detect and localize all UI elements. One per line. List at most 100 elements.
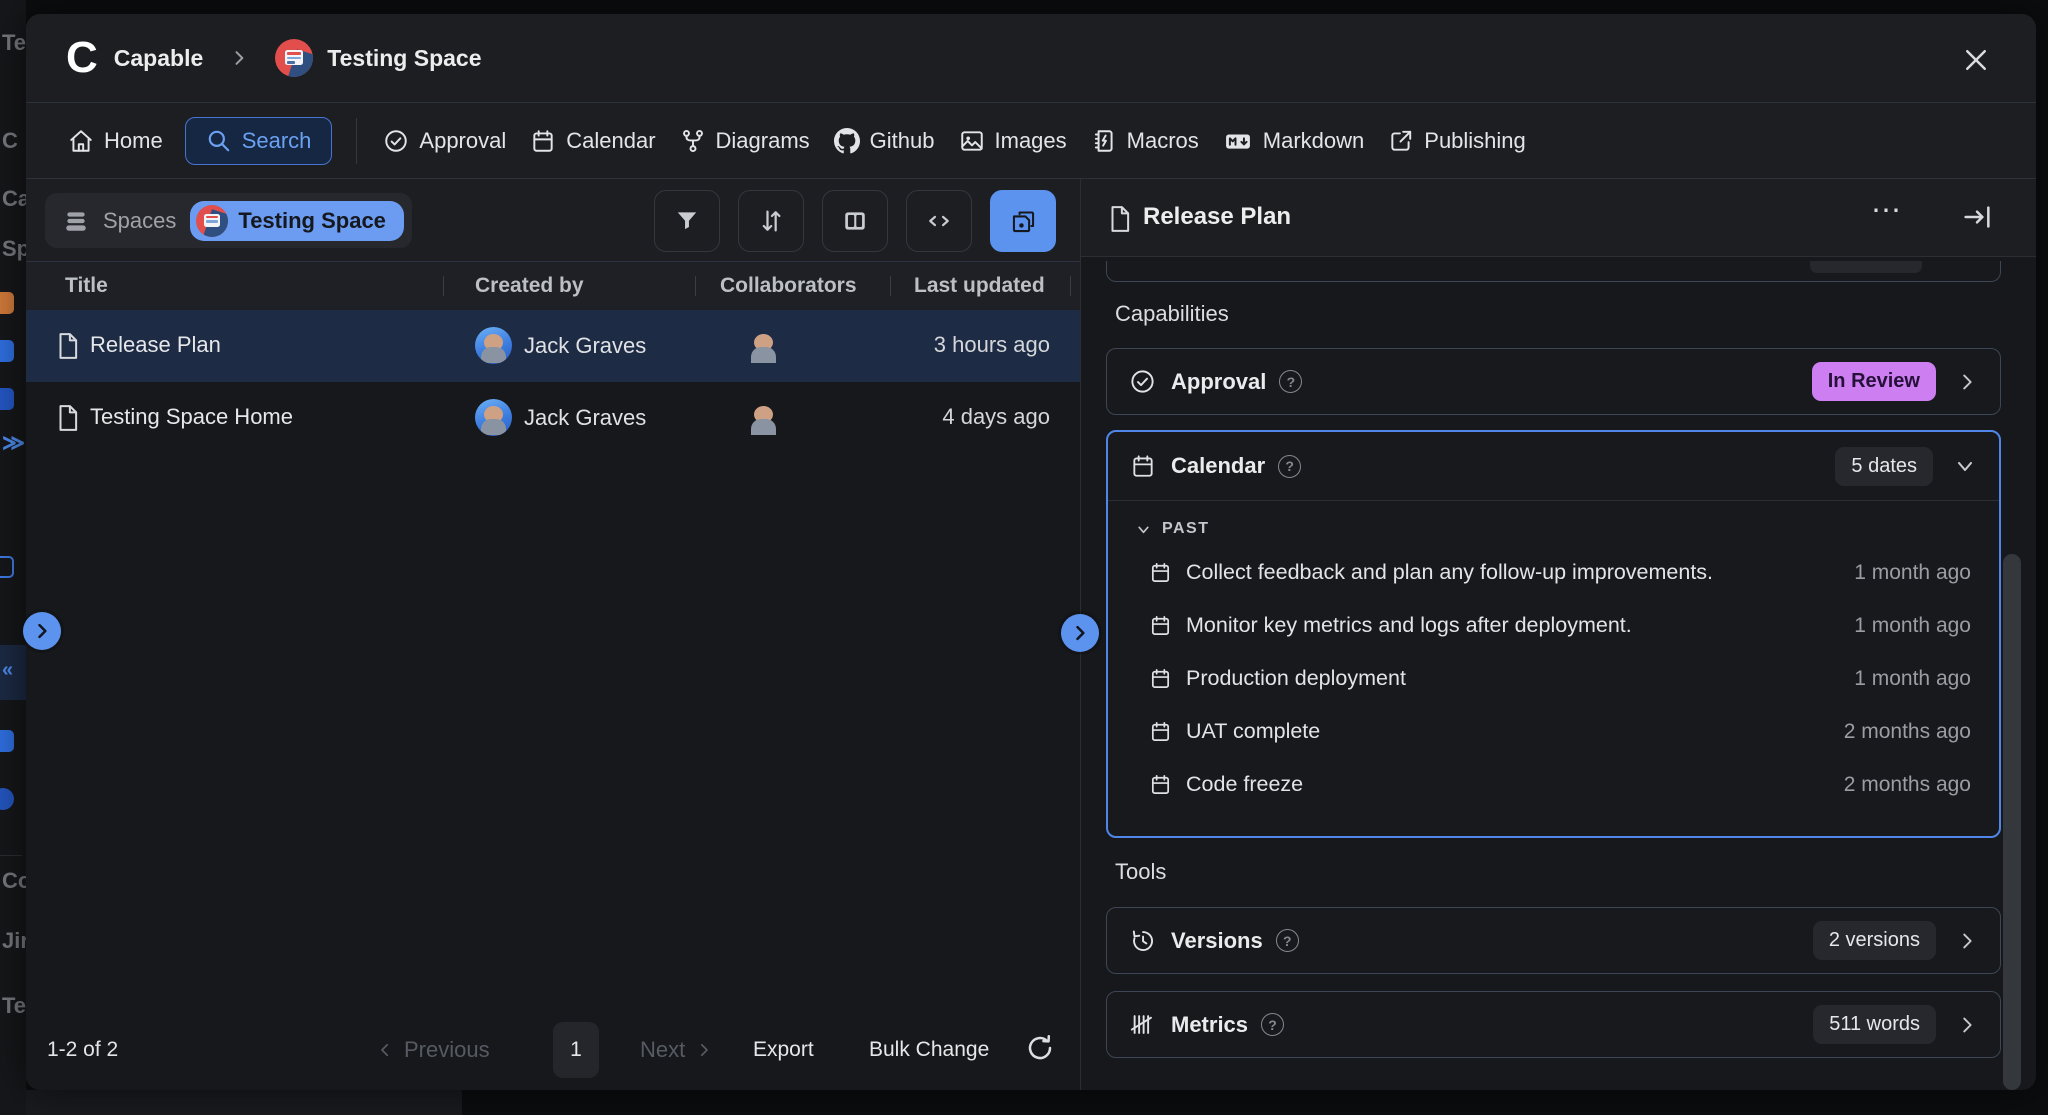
nav-item-home[interactable]: Home: [56, 118, 175, 164]
previous-page-button[interactable]: Previous: [376, 1037, 490, 1063]
column-last-updated[interactable]: Last updated: [914, 274, 1045, 298]
approval-card[interactable]: Approval ? In Review: [1106, 348, 2001, 415]
column-divider: [1070, 276, 1071, 296]
expand-left-panel-button[interactable]: [23, 612, 61, 650]
chevron-down-icon[interactable]: [1953, 454, 1977, 478]
next-label: Next: [640, 1037, 685, 1063]
nav-item-macros[interactable]: Macros: [1079, 118, 1211, 164]
calendar-event[interactable]: Code freeze 2 months ago: [1108, 759, 1999, 811]
scrollbar-thumb[interactable]: [2003, 554, 2021, 1090]
scrolled-card-fragment: [1106, 261, 2001, 282]
home-icon: [68, 128, 94, 154]
calendar-event[interactable]: Monitor key metrics and logs after deplo…: [1108, 600, 1999, 652]
spaces-filter-chip[interactable]: Spaces Testing Space: [45, 193, 412, 248]
calendar-card-header[interactable]: Calendar ? 5 dates: [1108, 432, 1999, 501]
calendar-icon: [1149, 561, 1172, 589]
previous-label: Previous: [404, 1037, 490, 1063]
github-icon: [834, 128, 860, 154]
export-button[interactable]: Export: [753, 1038, 814, 1062]
nav-item-markdown[interactable]: Markdown: [1211, 118, 1376, 164]
help-icon[interactable]: ?: [1261, 1013, 1284, 1036]
column-collaborators[interactable]: Collaborators: [720, 274, 857, 298]
background-icon: [0, 730, 14, 752]
document-icon: [1105, 203, 1135, 240]
filter-bar: Spaces Testing Space: [26, 179, 1080, 262]
chevron-right-icon[interactable]: [1956, 371, 1978, 393]
nav-item-search[interactable]: Search: [185, 117, 333, 165]
page-number-button[interactable]: 1: [553, 1022, 599, 1078]
calendar-event[interactable]: Collect feedback and plan any follow-up …: [1108, 547, 1999, 599]
document-icon: [53, 402, 83, 439]
table-row-testing-space-home[interactable]: Testing Space Home Jack Graves 4 days ag…: [26, 382, 1080, 454]
past-label: PAST: [1162, 520, 1209, 538]
event-text: Code freeze: [1186, 772, 1303, 797]
nav-item-calendar[interactable]: Calendar: [518, 118, 667, 164]
result-range: 1-2 of 2: [47, 1038, 118, 1062]
modal-navbar: Home Search Approval Calendar Diagrams: [26, 103, 2036, 179]
nav-item-diagrams[interactable]: Diagrams: [668, 118, 822, 164]
nav-item-github[interactable]: Github: [822, 118, 947, 164]
background-icon: [0, 388, 14, 410]
background-selected-item: «: [0, 645, 26, 700]
breadcrumb-app[interactable]: Capable: [114, 45, 203, 72]
chevron-right-icon: [229, 48, 249, 68]
nav-item-approval[interactable]: Approval: [371, 118, 518, 164]
sort-button[interactable]: [738, 190, 804, 252]
space-filter-pill[interactable]: Testing Space: [190, 201, 404, 241]
nav-item-publishing[interactable]: Publishing: [1376, 118, 1538, 164]
check-circle-icon: [383, 128, 409, 154]
collapse-panel-icon[interactable]: [1961, 201, 1993, 238]
help-icon[interactable]: ?: [1278, 455, 1301, 478]
calendar-card: Calendar ? 5 dates PAST Collect feedback…: [1106, 430, 2001, 838]
detail-title: Release Plan: [1143, 203, 1291, 231]
tally-icon: [1129, 1011, 1156, 1038]
chevron-right-icon[interactable]: [1956, 1014, 1978, 1036]
nav-label: Approval: [419, 128, 506, 154]
past-section-toggle[interactable]: PAST: [1135, 520, 1209, 538]
row-creator: Jack Graves: [475, 399, 646, 436]
help-icon[interactable]: ?: [1279, 370, 1302, 393]
row-title: Release Plan: [90, 332, 221, 358]
calendar-event[interactable]: Production deployment 1 month ago: [1108, 653, 1999, 705]
calendar-count-badge: 5 dates: [1835, 447, 1933, 486]
close-icon[interactable]: [1956, 40, 1996, 80]
help-icon[interactable]: ?: [1276, 929, 1299, 952]
table-row-release-plan[interactable]: Release Plan Jack Graves 3 hours ago: [26, 310, 1080, 382]
background-label: Te: [2, 993, 26, 1019]
more-menu-icon[interactable]: ⋯: [1871, 193, 1903, 228]
results-toolbar: [654, 190, 1056, 252]
bulk-change-button[interactable]: Bulk Change: [869, 1038, 989, 1062]
funnel-icon: [674, 208, 700, 234]
chevron-left-icon: [376, 1041, 394, 1059]
nav-item-images[interactable]: Images: [947, 118, 1079, 164]
avatar: [475, 327, 512, 364]
calendar-event[interactable]: UAT complete 2 months ago: [1108, 706, 1999, 758]
versions-label: Versions: [1171, 928, 1263, 954]
background-label: C: [2, 128, 18, 154]
event-text: UAT complete: [1186, 719, 1320, 744]
background-icon: [0, 556, 14, 578]
background-page-bottom: [0, 1090, 462, 1115]
column-created-by[interactable]: Created by: [475, 274, 584, 298]
versions-card[interactable]: Versions ? 2 versions: [1106, 907, 2001, 974]
filter-button[interactable]: [654, 190, 720, 252]
search-icon: [206, 128, 232, 154]
chevron-right-icon[interactable]: [1956, 930, 1978, 952]
column-title[interactable]: Title: [65, 274, 108, 298]
background-icon: ≫: [2, 430, 25, 456]
nav-label: Images: [995, 128, 1067, 154]
metrics-card[interactable]: Metrics ? 511 words: [1106, 991, 2001, 1058]
saved-views-button[interactable]: [990, 190, 1056, 252]
nav-divider: [356, 118, 357, 164]
next-page-button[interactable]: Next: [640, 1037, 713, 1063]
macros-icon: [1091, 128, 1117, 154]
nav-label: Github: [870, 128, 935, 154]
expand-detail-panel-button[interactable]: [1061, 614, 1099, 652]
badge-fragment: [1810, 261, 1922, 273]
code-view-button[interactable]: [906, 190, 972, 252]
breadcrumb-space[interactable]: Testing Space: [327, 45, 481, 72]
table-header: Title Created by Collaborators Last upda…: [26, 262, 1080, 310]
modal-topbar: C Capable Testing Space: [26, 14, 2036, 103]
columns-button[interactable]: [822, 190, 888, 252]
refresh-icon[interactable]: [1024, 1032, 1056, 1069]
